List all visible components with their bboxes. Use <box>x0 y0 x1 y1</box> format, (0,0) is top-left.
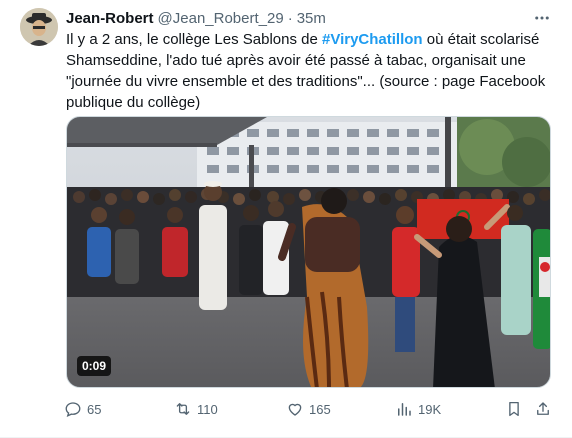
like-count: 165 <box>309 401 331 417</box>
video-thumbnail <box>67 117 550 387</box>
bookmark-icon <box>509 401 519 417</box>
like-button[interactable]: 165 <box>286 397 331 421</box>
tweet-text-before: Il y a 2 ans, le collège Les Sablons de <box>66 31 322 48</box>
reply-icon <box>65 402 81 417</box>
author-name[interactable]: Jean-Robert <box>66 10 154 27</box>
action-bar: 65 110 165 19K <box>62 397 552 421</box>
video-player[interactable]: 0:09 <box>66 116 551 388</box>
tweet-text: Il y a 2 ans, le collège Les Sablons de … <box>66 29 556 113</box>
views-icon <box>398 403 411 416</box>
tweet-header: Jean-Robert @Jean_Robert_29 · 35m <box>66 8 552 28</box>
retweet-button[interactable]: 110 <box>174 397 218 421</box>
avatar[interactable] <box>20 8 58 46</box>
bookmark-button[interactable] <box>505 397 528 421</box>
video-duration-badge: 0:09 <box>77 356 112 376</box>
more-icon <box>535 16 549 20</box>
more-button[interactable] <box>532 8 552 28</box>
share-button[interactable] <box>534 397 557 421</box>
reply-button[interactable]: 65 <box>64 397 101 421</box>
views-count: 19K <box>418 401 442 417</box>
tweet-card[interactable]: Jean-Robert @Jean_Robert_29 · 35m Il y a… <box>0 0 572 438</box>
avatar-image <box>20 8 58 46</box>
like-icon <box>288 403 302 416</box>
timestamp[interactable]: 35m <box>297 10 326 27</box>
author-handle[interactable]: @Jean_Robert_29 <box>158 10 284 27</box>
views-button[interactable]: 19K <box>395 397 441 421</box>
retweet-count: 110 <box>197 401 218 417</box>
share-icon <box>537 402 549 415</box>
retweet-icon <box>176 403 190 415</box>
reply-count: 65 <box>87 401 102 417</box>
separator-dot: · <box>287 9 293 27</box>
hashtag-link[interactable]: #ViryChatillon <box>322 31 423 48</box>
